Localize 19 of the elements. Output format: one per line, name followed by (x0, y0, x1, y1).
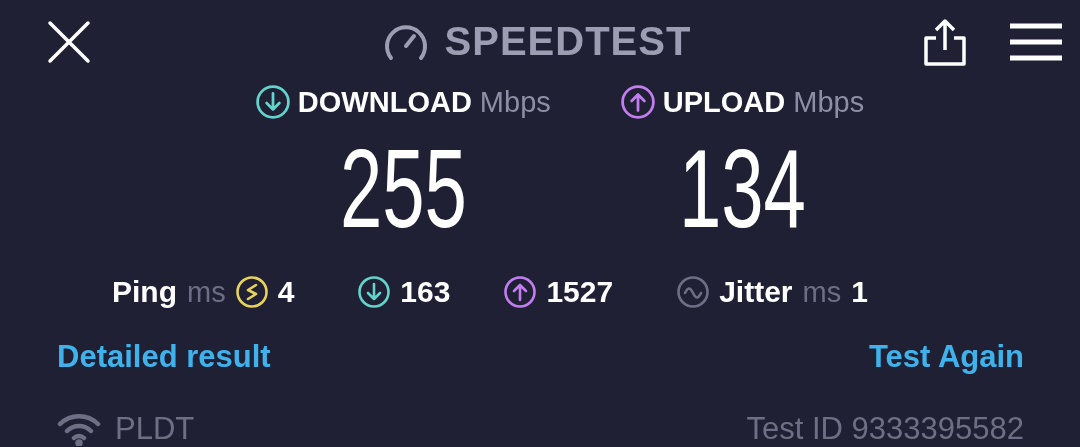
stat-value: 163 (400, 275, 451, 309)
test-id: Test ID 9333395582 (746, 411, 1024, 447)
stat-value: 4 (277, 275, 295, 309)
stat-label: Ping (112, 275, 177, 309)
stat-value: 1 (851, 275, 868, 309)
result-label: DOWNLOAD (297, 85, 472, 119)
unit-label: ms (187, 275, 226, 309)
unit-label: ms (802, 275, 842, 309)
app-title: SPEEDTEST (444, 19, 692, 64)
stat-value: 1527 (546, 275, 614, 309)
unit-label: Mbps (793, 85, 865, 119)
result-label: UPLOAD (662, 85, 786, 119)
network-name: PLDT (115, 411, 195, 447)
stat-label: Jitter (719, 275, 793, 309)
speed-value: 134 (678, 133, 806, 245)
detailed-result-link[interactable]: Detailed result (57, 339, 271, 375)
test-again-link[interactable]: Test Again (869, 339, 1024, 375)
unit-label: Mbps (479, 85, 551, 119)
speed-value: 255 (339, 133, 467, 245)
